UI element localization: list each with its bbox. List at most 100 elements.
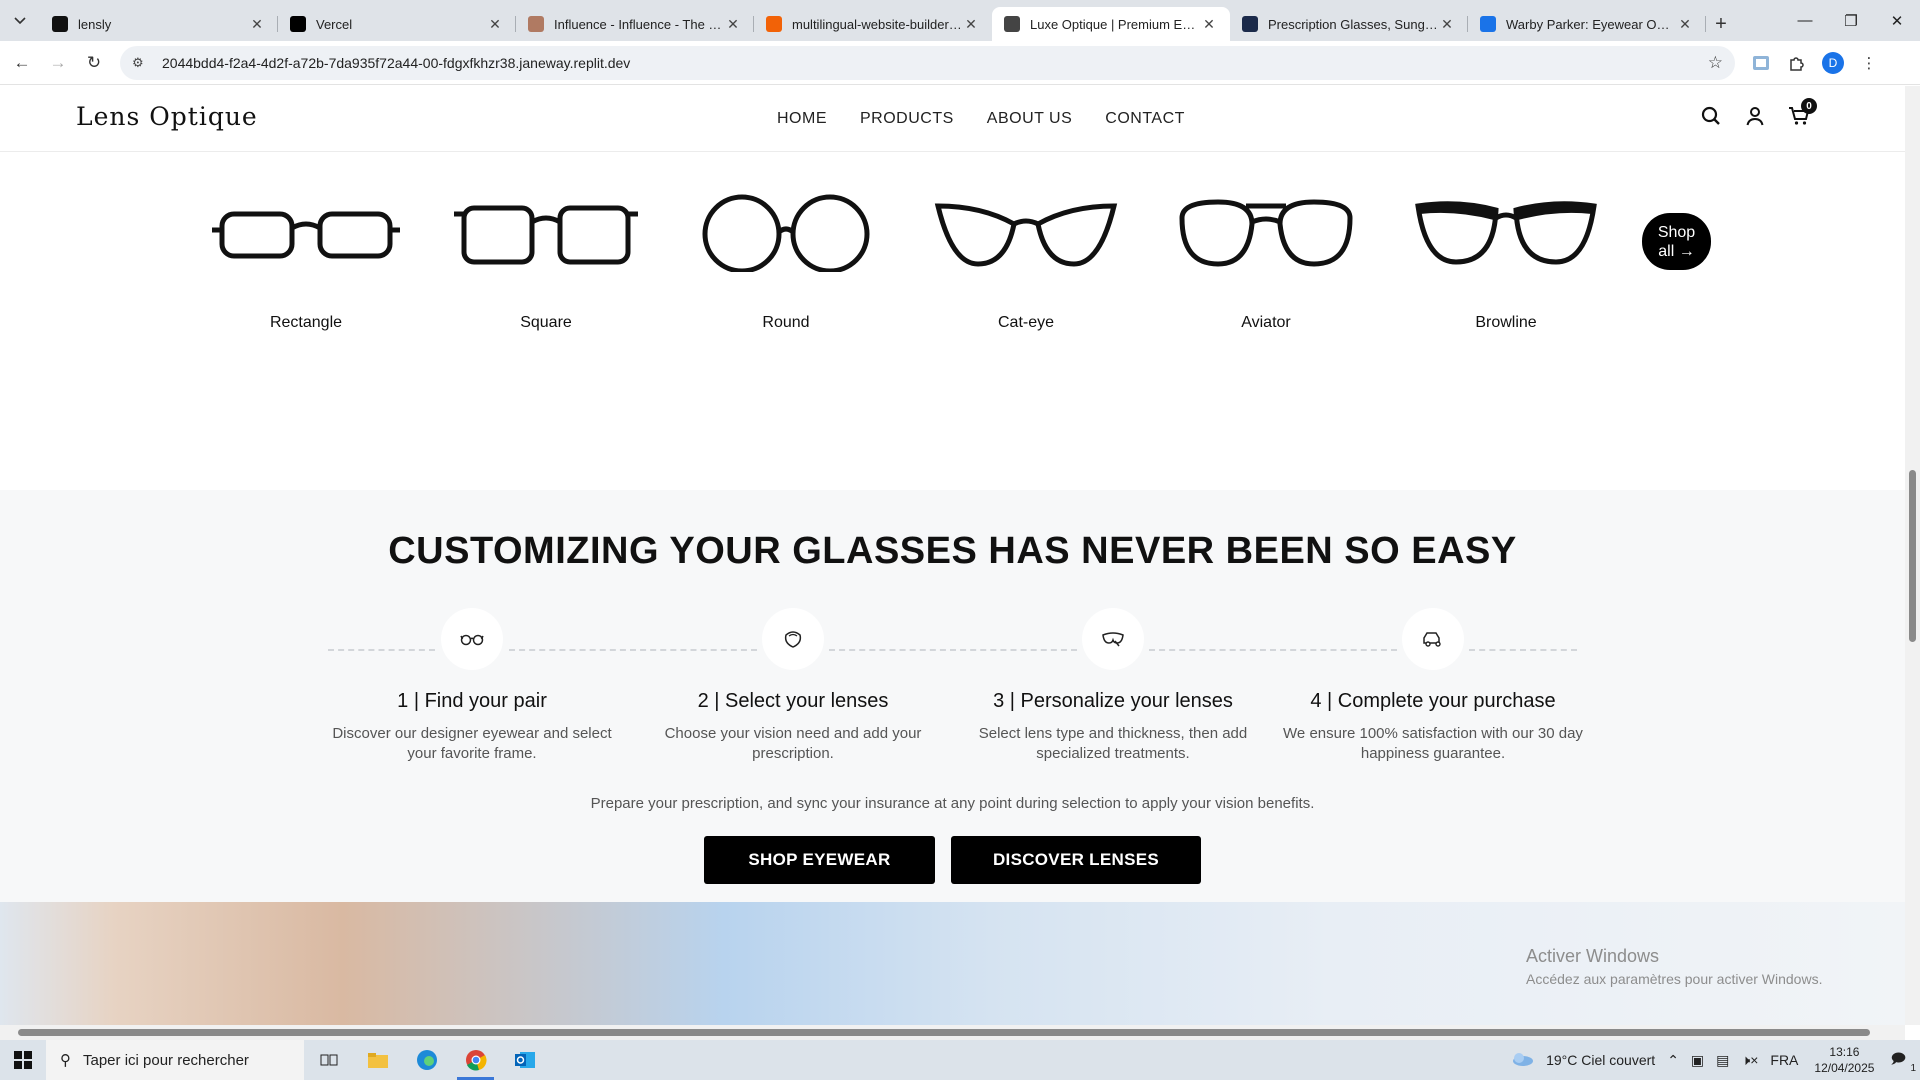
nav-contact[interactable]: CONTACT [1105, 110, 1185, 128]
shape-label: Square [520, 314, 572, 331]
taskbar-search[interactable]: ⚲ Taper ici pour rechercher [46, 1040, 304, 1080]
rectangle-glasses-icon [212, 211, 400, 259]
nav-home[interactable]: HOME [777, 110, 827, 128]
shape-cat-eye[interactable]: Cat-eye [926, 192, 1126, 332]
address-bar[interactable]: ⚙ 2044bdd4-f2a4-4d2f-a72b-7da935f72a44-0… [120, 45, 1735, 80]
browser-menu-icon[interactable]: ⋮ [1851, 45, 1887, 81]
shape-rectangle[interactable]: Rectangle [206, 192, 406, 332]
section-heading: CUSTOMIZING YOUR GLASSES HAS NEVER BEEN … [388, 530, 1517, 572]
shape-round[interactable]: Round [686, 192, 886, 332]
shape-browline[interactable]: Browline [1406, 192, 1606, 332]
url-text[interactable]: 2044bdd4-f2a4-4d2f-a72b-7da935f72a44-00-… [162, 55, 1708, 71]
close-tab-icon[interactable]: ✕ [1438, 16, 1456, 33]
glasses-icon [441, 608, 503, 670]
notification-icon[interactable]: 🗩 1 [1884, 1048, 1920, 1074]
site-settings-icon[interactable]: ⚙ [132, 55, 150, 71]
shape-aviator[interactable]: Aviator [1166, 192, 1366, 332]
browser-tab[interactable]: Warby Parker: Eyewear Online | ✕ [1468, 7, 1706, 41]
scroll-thumb[interactable] [1909, 470, 1916, 642]
edge-icon[interactable] [402, 1040, 451, 1080]
minimize-icon[interactable]: — [1782, 0, 1828, 41]
extension-app-icon[interactable] [1743, 45, 1779, 81]
close-window-icon[interactable]: ✕ [1874, 0, 1920, 41]
step-complete-purchase: 4 | Complete your purchase We ensure 100… [1283, 690, 1583, 764]
lens-tint-icon [1082, 608, 1144, 670]
discover-lenses-button[interactable]: DISCOVER LENSES [951, 836, 1201, 884]
tab-separator [1705, 16, 1706, 32]
site-logo[interactable]: Lens Optique [76, 102, 258, 131]
close-tab-icon[interactable]: ✕ [1676, 16, 1694, 33]
vertical-scrollbar[interactable] [1905, 86, 1920, 1025]
step-description: We ensure 100% satisfaction with our 30 … [1283, 725, 1583, 762]
new-tab-button[interactable]: + [1706, 7, 1736, 41]
shape-label: Rectangle [269, 314, 343, 331]
close-tab-icon[interactable]: ✕ [1200, 16, 1218, 33]
tab-list-button[interactable] [0, 0, 40, 41]
task-view-icon[interactable] [304, 1040, 353, 1080]
account-icon[interactable] [1744, 105, 1766, 127]
bookmark-star-icon[interactable]: ☆ [1708, 53, 1723, 73]
profile-avatar[interactable]: D [1822, 51, 1844, 74]
dashed-connector [509, 649, 757, 651]
page-viewport: Lens Optique HOME PRODUCTS ABOUT US CONT… [0, 86, 1905, 1025]
wp-favicon [1480, 16, 1496, 32]
vercel-favicon [290, 16, 306, 32]
close-tab-icon[interactable]: ✕ [486, 16, 504, 33]
cart-count-badge: 0 [1801, 98, 1817, 114]
shop-all-label-line1: Shop [1657, 223, 1696, 241]
browser-tab[interactable]: Influence - Influence - The Psyc ✕ [516, 7, 754, 41]
back-button[interactable]: ← [4, 45, 40, 81]
watermark-subtitle: Accédez aux paramètres pour activer Wind… [1526, 971, 1823, 987]
horizontal-scrollbar[interactable] [0, 1025, 1905, 1040]
weather-icon[interactable] [1504, 1051, 1540, 1070]
search-icon: ⚲ [60, 1052, 71, 1069]
restore-icon[interactable]: ❐ [1828, 0, 1874, 41]
lens-icon [762, 608, 824, 670]
file-explorer-icon[interactable] [353, 1040, 402, 1080]
chrome-icon[interactable] [451, 1040, 500, 1080]
step-title: 4 | Complete your purchase [1310, 690, 1556, 712]
shop-all-button[interactable]: Shop all → [1642, 213, 1711, 270]
shape-label: Browline [1475, 314, 1537, 331]
close-tab-icon[interactable]: ✕ [962, 16, 980, 33]
extensions-puzzle-icon[interactable] [1779, 45, 1815, 81]
browser-tab[interactable]: Vercel ✕ [278, 7, 516, 41]
clock-time: 13:16 [1829, 1045, 1860, 1059]
cart-icon[interactable]: 0 [1788, 98, 1817, 127]
nav-about-us[interactable]: ABOUT US [987, 110, 1073, 128]
browser-tab[interactable]: lensly ✕ [40, 7, 278, 41]
frame-shapes-section: Rectangle Square Round Cat-eye Aviator B… [0, 152, 1905, 490]
browser-tab[interactable]: Prescription Glasses, Sunglasse ✕ [1230, 7, 1468, 41]
reload-button[interactable]: ↻ [76, 45, 112, 81]
input-language[interactable]: FRA [1764, 1052, 1804, 1068]
network-icon[interactable]: ▤ [1710, 1052, 1735, 1069]
shape-label: Round [762, 314, 810, 331]
shield-favicon [52, 16, 68, 32]
customize-section: CUSTOMIZING YOUR GLASSES HAS NEVER BEEN … [0, 490, 1905, 1025]
forward-button[interactable]: → [40, 45, 76, 81]
nav-products[interactable]: PRODUCTS [860, 110, 954, 128]
windows-start-icon[interactable] [0, 1040, 46, 1080]
tab-title: lensly [78, 16, 112, 32]
browser-tab[interactable]: Luxe Optique | Premium Eyewe ✕ [992, 7, 1230, 41]
search-icon[interactable] [1700, 105, 1722, 127]
meet-now-icon[interactable]: ▣ [1685, 1052, 1710, 1069]
prescription-note: Prepare your prescription, and sync your… [590, 795, 1315, 812]
weather-text[interactable]: 19°C Ciel couvert [1540, 1052, 1661, 1068]
outlook-icon[interactable] [500, 1040, 549, 1080]
dashed-connector [829, 649, 1077, 651]
browser-tab[interactable]: multilingual-website-builder - R ✕ [754, 7, 992, 41]
volume-muted-icon[interactable]: 🕨× [1735, 1052, 1764, 1069]
close-tab-icon[interactable]: ✕ [248, 16, 266, 33]
shape-label: Aviator [1241, 314, 1291, 331]
dashed-connector [1149, 649, 1397, 651]
close-tab-icon[interactable]: ✕ [724, 16, 742, 33]
shape-square[interactable]: Square [446, 192, 646, 332]
shape-label: Cat-eye [997, 314, 1055, 331]
taskbar-clock[interactable]: 13:16 12/04/2025 [1804, 1044, 1884, 1076]
chevron-up-icon[interactable]: ⌃ [1661, 1052, 1685, 1069]
browser-toolbar: ← → ↻ ⚙ 2044bdd4-f2a4-4d2f-a72b-7da935f7… [0, 41, 1920, 85]
shop-eyewear-button[interactable]: SHOP EYEWEAR [704, 836, 935, 884]
scroll-thumb[interactable] [18, 1029, 1870, 1036]
round-glasses-icon [702, 194, 870, 272]
